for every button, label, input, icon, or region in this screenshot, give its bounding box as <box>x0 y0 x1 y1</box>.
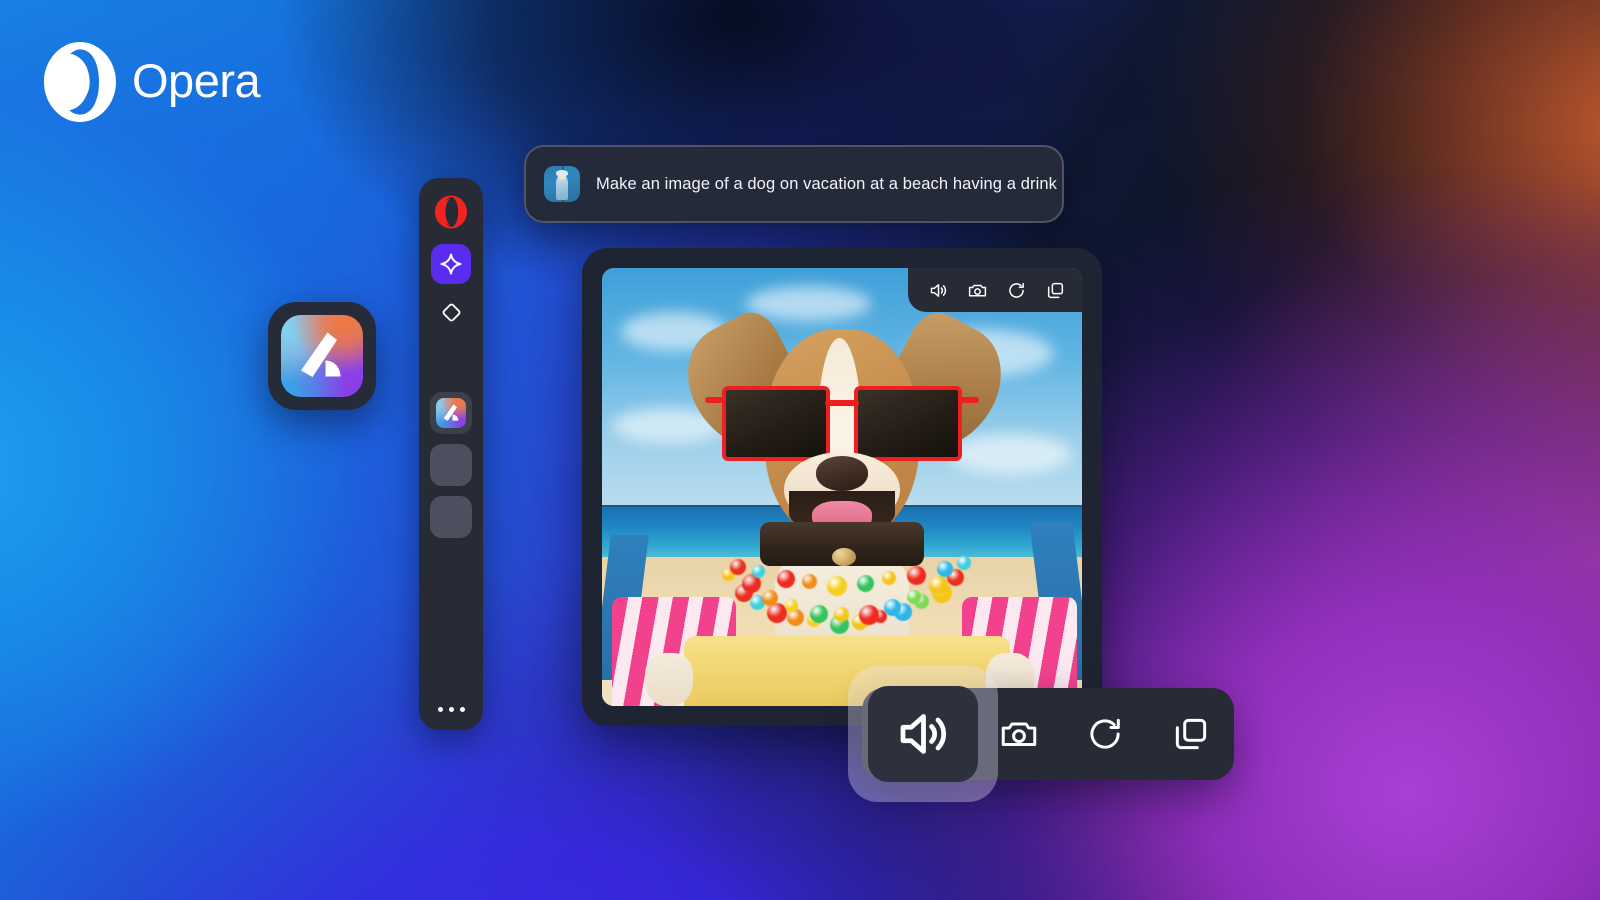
image-toolbar <box>908 268 1082 312</box>
generated-image <box>602 268 1082 706</box>
image-lei-flower <box>827 576 847 596</box>
image-lei-flower <box>802 574 817 589</box>
refresh-icon[interactable] <box>1006 280 1027 301</box>
image-lei-flower <box>882 571 896 585</box>
prompt-bubble: Make an image of a dog on vacation at a … <box>524 145 1064 223</box>
speaker-icon <box>893 704 953 764</box>
image-lei-flower <box>762 590 778 606</box>
diamond-outline-icon <box>441 302 462 323</box>
image-lei-flower <box>730 559 746 575</box>
image-lei-flower <box>857 575 874 592</box>
image-lei-flower <box>937 561 953 577</box>
image-lei-flower <box>957 556 971 570</box>
opera-o-logo-icon <box>44 42 116 122</box>
opera-wordmark: Opera <box>132 57 260 108</box>
aria-gradient-a-icon <box>281 315 363 397</box>
aria-gradient-a-icon <box>436 398 466 428</box>
opera-logo-lockup: Opera <box>44 42 260 122</box>
image-dog-sunglasses <box>722 386 962 460</box>
user-avatar-thumbnail <box>544 166 580 202</box>
copy-icon[interactable] <box>1045 280 1066 301</box>
sidebar-item-placeholder-2[interactable] <box>430 496 472 538</box>
sidebar-item-workspaces[interactable] <box>431 292 471 332</box>
camera-icon[interactable] <box>998 713 1040 755</box>
sidebar-item-aria[interactable] <box>431 244 471 284</box>
image-dog-paw-left <box>645 653 693 706</box>
sidebar-item-placeholder-1[interactable] <box>430 444 472 486</box>
sidebar-item-aria-app[interactable] <box>430 392 472 434</box>
promo-scene: Opera <box>0 0 1600 900</box>
sidebar-more-button[interactable] <box>438 707 465 712</box>
opera-sidebar <box>419 178 483 730</box>
three-dots-icon <box>449 707 454 712</box>
prompt-text: Make an image of a dog on vacation at a … <box>596 175 1057 194</box>
three-dots-icon <box>460 707 465 712</box>
image-dog-nose <box>816 456 869 491</box>
read-aloud-highlight <box>848 666 998 802</box>
sidebar-item-opera[interactable] <box>429 190 473 234</box>
read-aloud-button[interactable] <box>868 686 978 782</box>
image-cloud <box>746 286 871 321</box>
image-lei-flower <box>810 605 828 623</box>
camera-icon[interactable] <box>967 280 988 301</box>
image-cloud <box>948 434 1073 473</box>
image-lei-flower <box>785 599 798 612</box>
sparkle-star-icon <box>440 253 462 275</box>
generated-image-card <box>582 248 1102 726</box>
aria-app-icon[interactable] <box>268 302 376 410</box>
three-dots-icon <box>438 707 443 712</box>
image-lei-flower <box>907 566 926 585</box>
image-lei-flower <box>907 590 921 604</box>
image-lei-flower <box>752 565 765 578</box>
copy-icon[interactable] <box>1170 713 1212 755</box>
refresh-icon[interactable] <box>1084 713 1126 755</box>
image-lei-flower <box>777 570 795 588</box>
speaker-icon[interactable] <box>928 280 949 301</box>
opera-o-icon <box>434 195 468 229</box>
image-flower-lei <box>717 540 967 636</box>
